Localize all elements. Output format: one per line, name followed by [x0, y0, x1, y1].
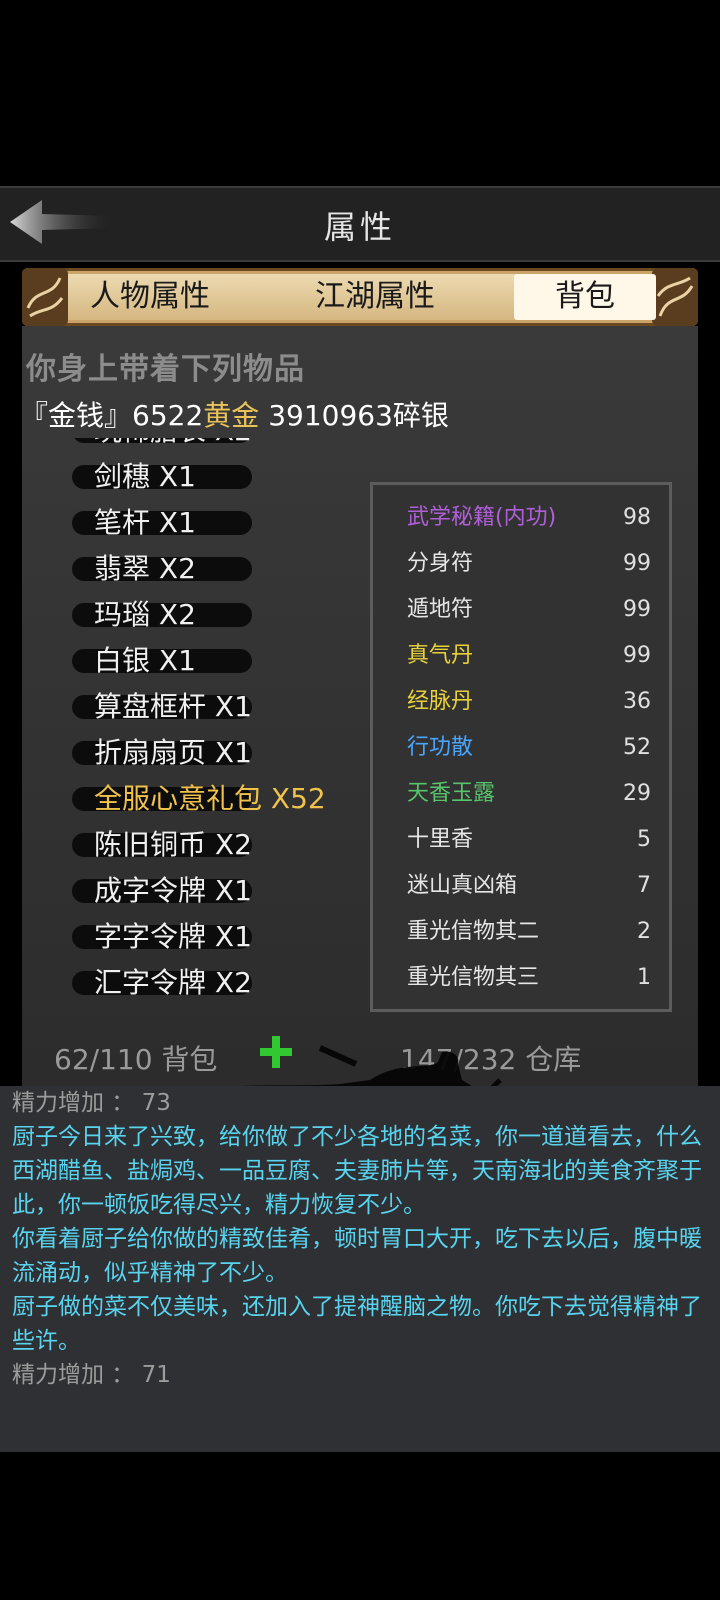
- log-line: 厨子今日来了兴致，给你做了不少各地的名菜，你一道道看去，什么西湖醋鱼、盐焗鸡、一…: [12, 1124, 702, 1218]
- item-label: 白银 X1: [94, 644, 196, 677]
- message-log[interactable]: 精力增加 ： 73 厨子今日来了兴致，给你做了不少各地的名菜，你一道道看去，什么…: [0, 1086, 720, 1452]
- tab-backpack[interactable]: 背包: [514, 274, 656, 320]
- list-item[interactable]: 白银 X1: [72, 638, 372, 684]
- consumable-row[interactable]: 行功散 52: [407, 725, 651, 771]
- item-label: 笔杆 X1: [94, 506, 196, 539]
- item-label: 全服心意礼包 X52: [94, 782, 326, 815]
- consumable-qty: 99: [623, 597, 651, 622]
- item-list[interactable]: 玩稀腊表 X2 剑穗 X1 笔杆 X1 翡翠 X2 玛瑙 X2 白银 X1 算盘…: [72, 438, 372, 1018]
- consumable-name: 武学秘籍(内功): [407, 505, 557, 530]
- item-label: 翡翠 X2: [94, 552, 196, 585]
- item-label: 成字令牌 X1: [94, 874, 252, 907]
- consumable-row[interactable]: 真气丹 99: [407, 633, 651, 679]
- consumable-qty: 7: [637, 873, 651, 898]
- consumable-row[interactable]: 武学秘籍(内功) 98: [407, 495, 651, 541]
- consumable-row[interactable]: 重光信物其二 2: [407, 909, 651, 955]
- consumable-row[interactable]: 天香玉露 29: [407, 771, 651, 817]
- consumable-name: 遁地符: [407, 597, 474, 622]
- silver-label: 碎银: [392, 399, 449, 432]
- consumable-qty: 2: [637, 919, 651, 944]
- consumable-name: 重光信物其三: [407, 965, 540, 990]
- item-label: 算盘框杆 X1: [94, 690, 252, 723]
- ink-dragon-ornament-icon: [22, 268, 68, 326]
- consumable-name: 经脉丹: [407, 689, 474, 714]
- consumable-name: 真气丹: [407, 643, 474, 668]
- page-title: 属性: [323, 208, 396, 246]
- money-prefix: 『金钱』: [20, 399, 133, 432]
- consumable-qty: 36: [623, 689, 651, 714]
- consumable-name: 分身符: [407, 551, 474, 576]
- consumable-qty: 29: [623, 781, 651, 806]
- list-item[interactable]: 全服心意礼包 X52: [72, 776, 372, 822]
- item-label: 字字令牌 X1: [94, 920, 252, 953]
- list-item[interactable]: 玩稀腊表 X2: [72, 438, 372, 454]
- list-item[interactable]: 笔杆 X1: [72, 500, 372, 546]
- item-label: 汇字令牌 X2: [94, 966, 252, 999]
- list-item[interactable]: 成字令牌 X1: [72, 868, 372, 914]
- list-item[interactable]: 字字令牌 X1: [72, 914, 372, 960]
- consumable-qty: 98: [623, 505, 651, 530]
- consumable-row[interactable]: 迷山真凶箱 7: [407, 863, 651, 909]
- list-item[interactable]: 折扇扇页 X1: [72, 730, 372, 776]
- log-line: 厨子做的菜不仅美味，还加入了提神醒脑之物。你吃下去觉得精神了些许。: [12, 1294, 702, 1354]
- gold-amount: 6522: [132, 399, 204, 432]
- silver-amount: 3910963: [259, 399, 393, 432]
- log-line: 精力增加 ： 71: [12, 1362, 171, 1388]
- list-item[interactable]: 汇字令牌 X2: [72, 960, 372, 1006]
- item-label: 剑穗 X1: [94, 460, 196, 493]
- ink-dragon-ornament-icon: [652, 268, 698, 326]
- list-item[interactable]: 陈旧铜币 X2: [72, 822, 372, 868]
- inventory-panel: 你身上带着下列物品 『金钱』6522黄金 3910963碎银 玩稀腊表 X2 剑…: [20, 326, 698, 1086]
- item-label: 玩稀腊表 X2: [94, 438, 252, 447]
- list-item[interactable]: 算盘框杆 X1: [72, 684, 372, 730]
- consumable-row[interactable]: 分身符 99: [407, 541, 651, 587]
- consumable-row[interactable]: 经脉丹 36: [407, 679, 651, 725]
- consumable-name: 天香玉露: [407, 781, 496, 806]
- consumable-row[interactable]: 重光信物其三 1: [407, 955, 651, 1001]
- money-line: 『金钱』6522黄金 3910963碎银: [20, 394, 449, 434]
- consumable-name: 行功散: [407, 735, 474, 760]
- header-bar: 属性: [0, 186, 720, 262]
- tab-jianghu-attributes[interactable]: 江湖属性: [290, 274, 460, 320]
- consumable-name: 重光信物其二: [407, 919, 540, 944]
- consumable-qty: 52: [623, 735, 651, 760]
- consumable-name: 迷山真凶箱: [407, 873, 518, 898]
- item-label: 折扇扇页 X1: [94, 736, 252, 769]
- consumable-row[interactable]: 十里香 5: [407, 817, 651, 863]
- list-item[interactable]: 翡翠 X2: [72, 546, 372, 592]
- list-item[interactable]: 玛瑙 X2: [72, 592, 372, 638]
- list-item[interactable]: 剑穗 X1: [72, 454, 372, 500]
- carry-title: 你身上带着下列物品: [26, 352, 305, 387]
- tab-bar: 人物属性 江湖属性 背包: [22, 268, 698, 326]
- log-line: 你看着厨子给你做的精致佳肴，顿时胃口大开，吃下去以后，腹中暖流涌动，似乎精神了不…: [12, 1226, 702, 1286]
- log-line: 精力增加 ： 73: [12, 1090, 171, 1116]
- item-label: 陈旧铜币 X2: [94, 828, 252, 861]
- item-label: 玛瑙 X2: [94, 598, 196, 631]
- tab-character-attributes[interactable]: 人物属性: [70, 274, 230, 320]
- gold-label: 黄金: [203, 399, 260, 432]
- consumable-qty: 1: [637, 965, 651, 990]
- consumable-row[interactable]: 遁地符 99: [407, 587, 651, 633]
- consumables-box[interactable]: 武学秘籍(内功) 98 分身符 99 遁地符 99 真气丹 99 经脉丹 36 行功散 52…: [370, 482, 672, 1012]
- consumable-name: 十里香: [407, 827, 474, 852]
- consumable-qty: 99: [623, 643, 651, 668]
- consumable-qty: 99: [623, 551, 651, 576]
- consumable-qty: 5: [637, 827, 651, 852]
